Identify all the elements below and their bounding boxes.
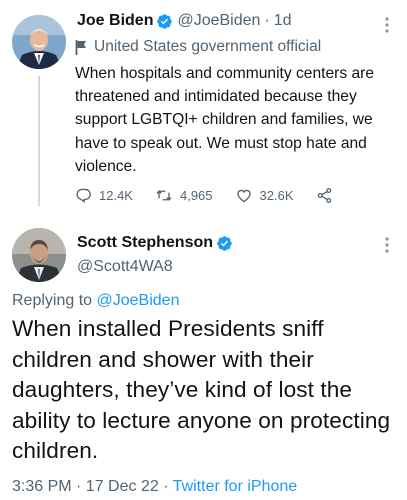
share-button[interactable] (316, 187, 340, 204)
replying-to-line: Replying to @JoeBiden (12, 292, 179, 310)
verified-badge-icon (216, 235, 233, 252)
original-handle[interactable]: @JoeBiden (177, 12, 260, 30)
like-count: 32.6K (259, 188, 294, 203)
reply-count: 12.4K (99, 188, 133, 203)
like-button[interactable]: 32.6K (235, 187, 294, 204)
original-tweet-text: When hospitals and community centers are… (75, 65, 375, 175)
reply-button[interactable]: 12.4K (75, 187, 133, 204)
replying-to-mention[interactable]: @JoeBiden (97, 292, 180, 309)
verified-badge-icon (156, 13, 173, 30)
replying-to-prefix: Replying to (12, 292, 93, 309)
separator-dot: · (264, 12, 270, 29)
retweet-icon (156, 190, 172, 201)
tweet-timestamp[interactable]: 3:36 PM · 17 Dec 22 · (12, 478, 173, 495)
original-author-row: Joe Biden @JoeBiden · 1d (77, 12, 292, 30)
flag-icon (75, 39, 86, 55)
retweet-count: 4,965 (179, 188, 213, 203)
government-official-label[interactable]: United States government official (75, 38, 321, 56)
government-label-text: United States government official (94, 38, 322, 55)
reply-handle[interactable]: @Scott4WA8 (77, 258, 173, 276)
thread-connector-line (38, 76, 40, 206)
retweet-button[interactable]: 4,965 (155, 187, 213, 204)
tweet-source-link[interactable]: Twitter for iPhone (173, 478, 298, 495)
share-icon (317, 188, 331, 203)
joe-biden-avatar[interactable] (12, 15, 66, 69)
like-icon (236, 189, 251, 203)
original-time-ago[interactable]: 1d (274, 12, 292, 30)
more-icon[interactable] (376, 234, 398, 256)
reply-icon (76, 188, 91, 203)
reply-tweet-text: When installed Presidents sniff children… (12, 316, 391, 464)
more-icon[interactable] (376, 14, 398, 36)
reply-display-name[interactable]: Scott Stephenson (77, 234, 213, 252)
tweet-metadata-line: 3:36 PM · 17 Dec 22 · Twitter for iPhone (12, 478, 297, 496)
tweet-actions-bar: 12.4K 4,965 32.6K (75, 187, 362, 204)
scott-stephenson-avatar[interactable] (12, 228, 66, 282)
original-display-name[interactable]: Joe Biden (77, 12, 153, 30)
reply-author-row: Scott Stephenson (77, 234, 233, 252)
